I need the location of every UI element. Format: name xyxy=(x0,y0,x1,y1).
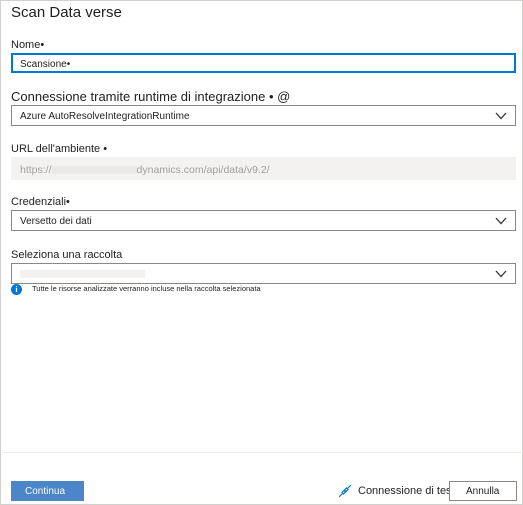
collection-info-text: Tutte le risorse analizzate verranno inc… xyxy=(32,284,261,293)
chevron-down-icon xyxy=(495,270,507,278)
required-mark: • xyxy=(66,196,70,208)
continue-button-label: Continua xyxy=(25,486,66,497)
environment-url-label-text: URL dell'ambiente xyxy=(11,143,101,155)
environment-url-label: URL dell'ambiente • xyxy=(11,143,107,155)
name-label-text: Nome xyxy=(11,39,41,51)
redacted-text xyxy=(51,166,137,175)
cancel-button-label: Annulla xyxy=(466,486,500,497)
integration-runtime-dropdown[interactable]: Azure AutoResolveIntegrationRuntime xyxy=(11,105,516,126)
test-connection-label: Connessione di test xyxy=(358,485,455,497)
required-mark: • xyxy=(40,39,45,51)
cancel-button[interactable]: Annulla xyxy=(449,481,517,501)
panel-title: Scan Data verse xyxy=(11,4,122,21)
url-suffix: dynamics.com/api/data/v9.2/ xyxy=(136,164,270,176)
credentials-dropdown[interactable]: Versetto dei dati xyxy=(11,210,516,231)
collection-dropdown[interactable] xyxy=(11,263,516,284)
environment-url-field: https:// dynamics.com/api/data/v9.2/ xyxy=(11,157,516,180)
name-input-value: Scansione• xyxy=(20,59,71,70)
url-prefix: https:// xyxy=(20,164,52,176)
integration-runtime-value: Azure AutoResolveIntegrationRuntime xyxy=(20,111,190,122)
redacted-text xyxy=(20,270,145,279)
connection-label-text: Connessione tramite runtime di integrazi… xyxy=(11,89,266,104)
credentials-label: Credenziali• xyxy=(11,196,70,208)
chevron-down-icon xyxy=(495,112,507,120)
continue-button[interactable]: Continua xyxy=(11,481,84,501)
info-icon: i xyxy=(11,284,22,295)
required-mark: • xyxy=(268,89,274,104)
connection-label: Connessione tramite runtime di integrazi… xyxy=(11,89,290,104)
connection-info-mark[interactable]: @ xyxy=(277,89,290,104)
name-input[interactable]: Scansione• xyxy=(11,53,516,73)
scan-panel: Scan Data verse Nome• Scansione• Conness… xyxy=(0,0,523,505)
chevron-down-icon xyxy=(495,217,507,225)
collection-label: Seleziona una raccolta xyxy=(11,249,123,261)
plug-icon xyxy=(338,484,352,498)
name-label: Nome• xyxy=(11,39,44,51)
credentials-label-text: Credenziali xyxy=(11,196,67,208)
required-mark: • xyxy=(103,143,108,155)
footer-divider xyxy=(2,452,523,453)
credentials-value: Versetto dei dati xyxy=(20,216,92,227)
